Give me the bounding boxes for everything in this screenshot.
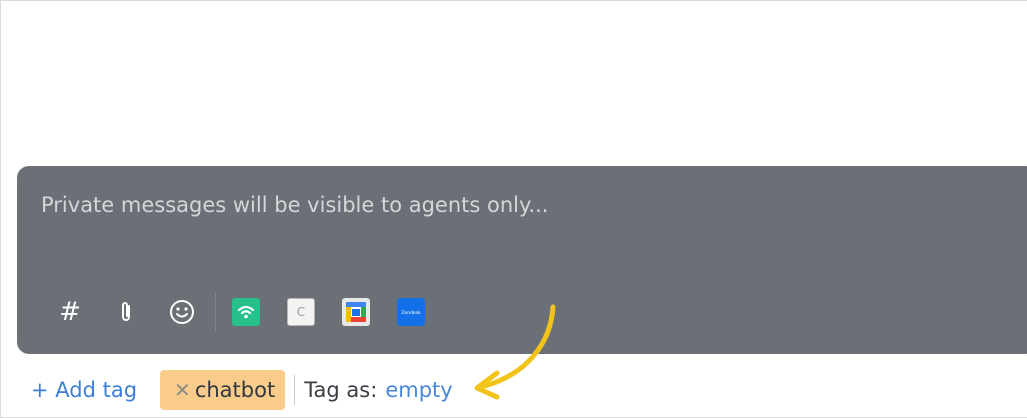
paperclip-icon [122, 302, 130, 321]
tag-bar: + Add tag ✕ chatbot Tag as: empty [31, 369, 453, 411]
tag-chip-chatbot: ✕ chatbot [160, 370, 286, 410]
zendesk-app-button[interactable]: Zendesk [397, 298, 425, 326]
google-calendar-app-icon [346, 302, 366, 322]
zendesk-app-label: Zendesk [401, 310, 421, 316]
ticket-panel: # [0, 0, 1027, 418]
zendesk-app-icon: Zendesk [401, 310, 421, 316]
emoji-button[interactable] [165, 295, 199, 329]
tag-as-value-link[interactable]: empty [385, 378, 452, 402]
google-calendar-app-button[interactable] [342, 298, 370, 326]
emoji-icon [170, 300, 194, 324]
hashtag-icon: # [59, 297, 81, 327]
tag-separator [294, 375, 296, 405]
tag-as-label: Tag as: [304, 378, 378, 402]
hashtag-button[interactable]: # [53, 295, 87, 329]
remove-tag-icon[interactable]: ✕ [174, 378, 191, 402]
composer-toolbar: # C Zendesk [53, 292, 452, 332]
private-message-composer: # [17, 166, 1027, 354]
add-tag-link[interactable]: + Add tag [31, 378, 137, 402]
private-message-input[interactable] [41, 190, 941, 220]
wifi-app-icon [237, 305, 255, 319]
c-module-app-icon: C [296, 305, 306, 319]
attach-button[interactable] [109, 295, 143, 329]
toolbar-divider [215, 292, 216, 332]
tag-chip-label: chatbot [194, 378, 276, 402]
wifi-app-button[interactable] [232, 298, 260, 326]
c-module-app-button[interactable]: C [287, 298, 315, 326]
